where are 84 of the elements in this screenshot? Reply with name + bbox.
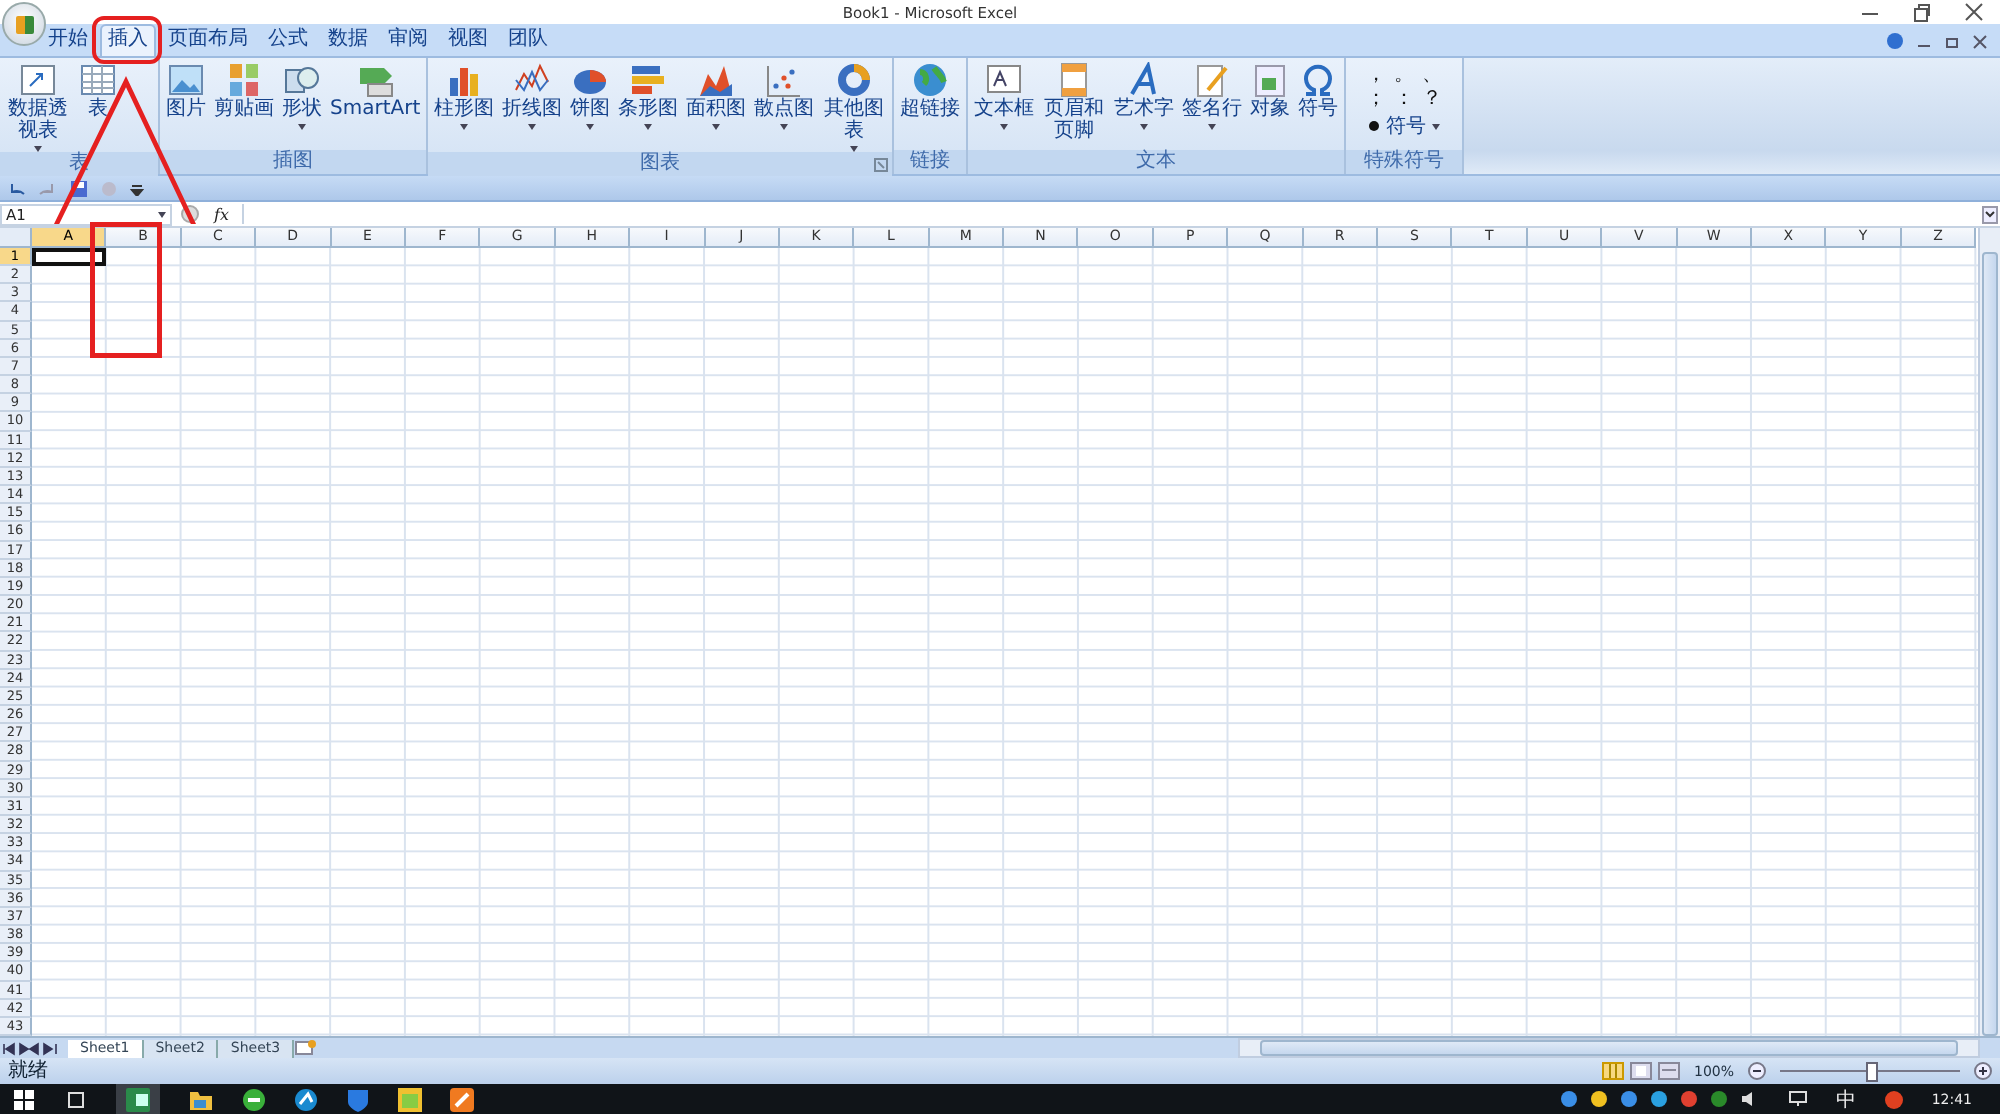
restore-icon[interactable] — [1912, 2, 1932, 22]
highlight-frame — [92, 16, 162, 64]
cell-grid[interactable] — [32, 248, 1978, 1036]
document-icon — [1250, 62, 1291, 98]
ribbon-tab[interactable]: 视图 — [440, 24, 496, 56]
globe-icon — [910, 62, 951, 98]
ribbon-button[interactable]: 页眉和页脚 — [1038, 62, 1111, 150]
ribbon-button[interactable]: 符号 — [1294, 62, 1343, 150]
group-label: 链接 — [894, 150, 967, 174]
app-icon[interactable] — [242, 1087, 266, 1111]
app-icon[interactable] — [398, 1087, 422, 1111]
donut-chart-icon — [834, 62, 875, 98]
symbol-dropdown-button[interactable]: 符号 — [1368, 112, 1441, 140]
ribbon-button[interactable]: 面积图 — [682, 62, 751, 152]
smartart-icon — [355, 62, 396, 98]
ribbon-tab[interactable]: 公式 — [260, 24, 316, 56]
page-break-icon[interactable] — [1657, 1062, 1680, 1080]
task-view-icon[interactable] — [64, 1087, 88, 1111]
ribbon-button[interactable]: 折线图 — [498, 62, 567, 152]
page-layout-icon[interactable] — [1629, 1062, 1652, 1080]
symbol-button[interactable]: ； — [1362, 88, 1391, 112]
table-icon — [78, 62, 118, 98]
ribbon-button[interactable]: 文本框 — [970, 62, 1039, 150]
ribbon-button[interactable]: 散点图 — [750, 62, 819, 152]
ribbon-tab[interactable]: 团队 — [500, 24, 556, 56]
close-icon[interactable] — [1964, 2, 1984, 22]
ribbon-button[interactable]: 形状 — [278, 62, 326, 150]
shield-icon[interactable] — [346, 1087, 370, 1111]
spreadsheet-app-icon[interactable] — [126, 1087, 150, 1111]
restore-icon[interactable] — [1944, 33, 1960, 49]
input-method-indicator[interactable]: 中 — [1835, 1085, 1856, 1113]
folder-icon[interactable] — [188, 1087, 214, 1111]
ribbon-button[interactable]: 对象 — [1246, 62, 1295, 150]
expand-icon[interactable] — [1982, 205, 1998, 223]
group-label: 文本 — [968, 150, 1345, 174]
zoom-out-icon[interactable] — [1748, 1062, 1766, 1080]
ribbon-tab[interactable]: 开始 — [40, 24, 96, 56]
area-chart-icon — [696, 62, 737, 98]
scatter-chart-icon — [764, 62, 805, 98]
windows-logo-icon[interactable] — [12, 1087, 36, 1111]
ribbon-button[interactable]: SmartArt — [326, 62, 425, 150]
ribbon-tab[interactable]: 数据 — [320, 24, 376, 56]
ribbon-tab[interactable]: 页面布局 — [160, 24, 256, 56]
network-icon[interactable] — [1787, 1090, 1808, 1108]
zoom-in-icon[interactable] — [1974, 1062, 1992, 1080]
group-label: 插图 — [160, 150, 427, 174]
close-icon[interactable] — [1972, 33, 1988, 49]
ribbon-tab[interactable]: 插入 — [100, 24, 156, 56]
horizontal-bar-chart-icon — [628, 62, 669, 98]
horizontal-scrollbar[interactable] — [1238, 1038, 1980, 1058]
ribbon-button[interactable]: 条形图 — [614, 62, 683, 152]
pivot-table-icon — [18, 62, 58, 98]
group-label: 图表 — [428, 152, 893, 176]
undo-icon[interactable] — [6, 179, 26, 197]
customize-dropdown-icon[interactable] — [130, 181, 144, 195]
text-box-icon — [984, 62, 1025, 98]
group-label: 特殊符号 — [1346, 150, 1463, 174]
app-icon[interactable] — [294, 1087, 318, 1111]
symbol-button[interactable]: ， — [1362, 64, 1391, 88]
status-text: 就绪 — [8, 1059, 48, 1083]
office-button[interactable] — [2, 2, 46, 46]
help-icon[interactable] — [1886, 32, 1904, 50]
image-icon — [166, 62, 206, 98]
pencil-page-icon — [1192, 62, 1233, 98]
ribbon-button[interactable]: 艺术字 — [1110, 62, 1179, 150]
ribbon-button[interactable]: 超链接 — [896, 62, 965, 150]
shapes-icon — [282, 62, 322, 98]
ribbon-button[interactable]: 签名行 — [1178, 62, 1247, 150]
insert-function-button[interactable]: fx — [208, 205, 235, 223]
app-icon[interactable] — [450, 1087, 474, 1111]
vertical-scrollbar[interactable] — [1978, 228, 2000, 1036]
symbol-button[interactable]: 。 — [1390, 64, 1419, 88]
ribbon-button[interactable]: 柱形图 — [430, 62, 499, 152]
symbol-button[interactable]: 、 — [1418, 64, 1447, 88]
ribbon-tab[interactable]: 审阅 — [380, 24, 436, 56]
zoom-slider-thumb[interactable] — [1866, 1062, 1878, 1082]
symbol-button[interactable]: ： — [1390, 88, 1419, 112]
ribbon-button[interactable]: 剪贴画 — [210, 62, 278, 150]
ribbon-button[interactable]: 图片 — [162, 62, 210, 150]
symbol-button[interactable]: ？ — [1418, 88, 1447, 112]
ribbon-button[interactable]: 饼图 — [566, 62, 615, 152]
new-sheet-icon[interactable] — [294, 1040, 319, 1056]
bullet-icon — [1368, 120, 1381, 132]
clipart-icon — [224, 62, 264, 98]
